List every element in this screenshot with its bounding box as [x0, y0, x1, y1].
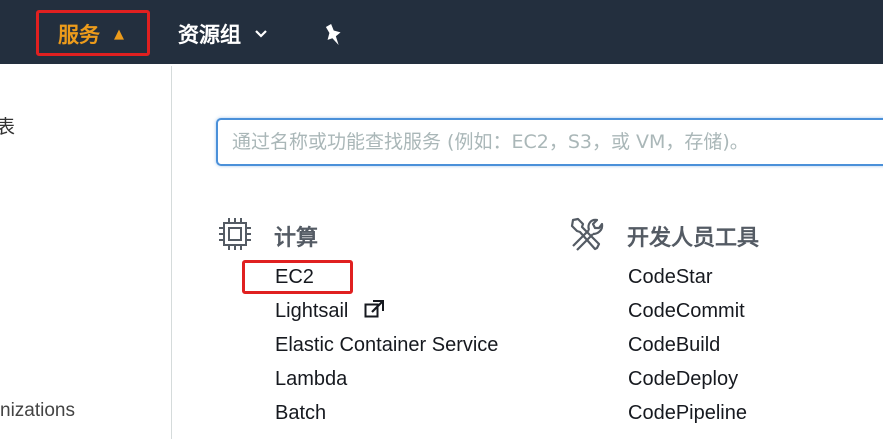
service-search-input[interactable] — [216, 118, 883, 166]
sidebar-item-organizations[interactable]: nizations — [0, 400, 75, 422]
compute-section-title: 计算 — [274, 226, 319, 251]
resource-groups-menu-button[interactable]: 资源组 — [178, 12, 267, 56]
chip-icon — [216, 215, 254, 258]
tools-icon — [569, 216, 605, 257]
chevron-down-icon — [255, 27, 267, 41]
services-menu-button[interactable]: 服务 ▲ — [36, 10, 150, 56]
services-highlight-box — [36, 10, 150, 56]
service-link-elastic-container-service[interactable]: Elastic Container Service — [275, 332, 498, 358]
sidebar-fragment-top[interactable]: 表 — [0, 112, 15, 139]
service-link-codecommit[interactable]: CodeCommit — [628, 298, 745, 324]
service-link-batch[interactable]: Batch — [275, 400, 326, 426]
pin-icon[interactable] — [322, 20, 348, 50]
top-navigation-bar: 服务 ▲ 资源组 — [0, 0, 883, 66]
service-link-lightsail-label: Lightsail — [275, 300, 349, 322]
left-sidebar: 表 nizations — [0, 66, 172, 439]
service-link-codedeploy[interactable]: CodeDeploy — [628, 366, 738, 392]
service-link-codestar[interactable]: CodeStar — [628, 264, 713, 290]
service-link-codebuild[interactable]: CodeBuild — [628, 332, 720, 358]
service-link-lightsail[interactable]: Lightsail — [275, 298, 384, 324]
developer-tools-section-title: 开发人员工具 — [627, 226, 760, 251]
service-link-codepipeline[interactable]: CodePipeline — [628, 400, 747, 426]
resource-groups-label: 资源组 — [178, 23, 241, 47]
developer-tools-section: 开发人员工具 — [569, 216, 760, 257]
service-link-ec2[interactable]: EC2 — [275, 264, 314, 290]
external-link-icon — [364, 299, 384, 325]
service-link-lambda[interactable]: Lambda — [275, 366, 347, 392]
compute-section: 计算 — [216, 217, 319, 254]
